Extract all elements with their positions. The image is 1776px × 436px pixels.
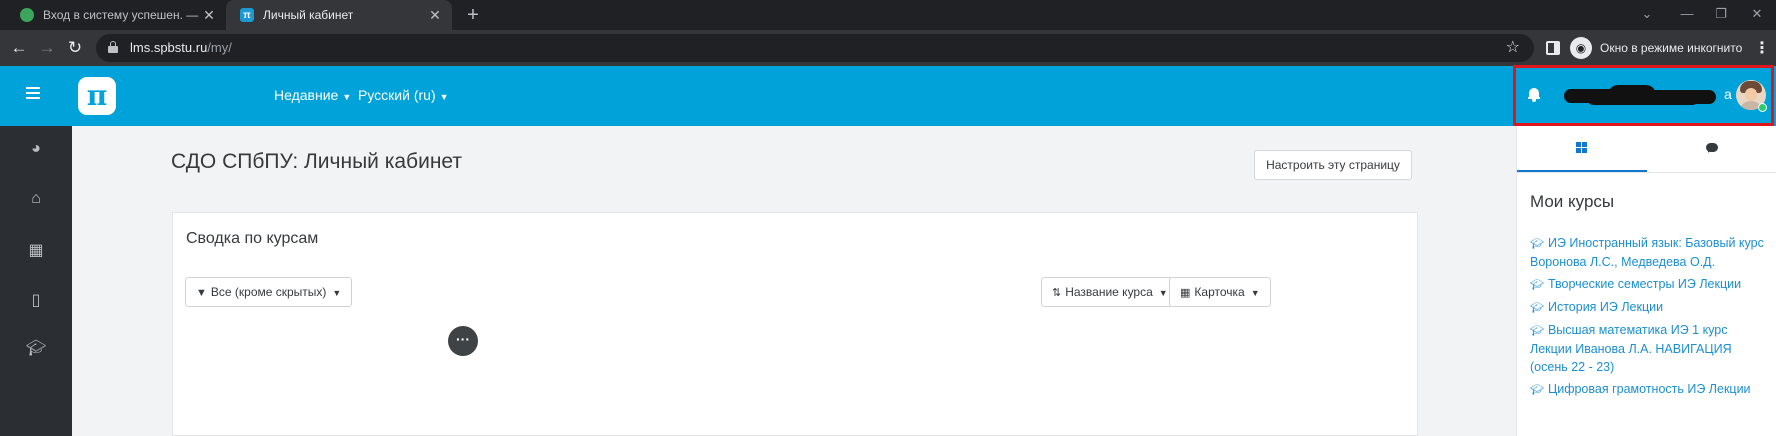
chevron-down-icon[interactable]: ⌄: [1636, 4, 1658, 24]
graduation-cap-icon: 🎓︎: [1530, 325, 1544, 337]
browser-tab-dashboard[interactable]: π Личный кабинет ✕: [226, 0, 452, 30]
graduation-cap-icon: 🎓︎: [1530, 384, 1544, 396]
nav-drawer: ◕ ⌂ ▦ ▯ 🎓︎: [0, 126, 72, 436]
list-item[interactable]: 🎓︎ ИЭ Иностранный язык: Базовый курс Воро…: [1530, 234, 1766, 271]
grid-view-icon: ▦: [1180, 287, 1191, 299]
url-text: lms.spbstu.ru/my/: [130, 40, 232, 55]
graduation-cap-icon: 🎓︎: [1530, 279, 1544, 291]
graduation-cap-icon: 🎓︎: [1530, 302, 1544, 314]
filter-icon: ▼: [196, 287, 207, 299]
caret-down-icon: ▼: [439, 92, 449, 102]
caret-down-icon: ▼: [1250, 288, 1260, 298]
site-navbar: π Недавние ▼ Русский (ru) ▼ а: [0, 66, 1776, 126]
close-tab-icon[interactable]: ✕: [200, 7, 218, 24]
list-item[interactable]: 🎓︎ История ИЭ Лекции: [1530, 298, 1766, 317]
blocks-grid-icon: [1576, 142, 1588, 154]
tab-messages[interactable]: [1647, 126, 1776, 172]
filter-dropdown[interactable]: ▼ Все (кроме скрытых) ▼: [185, 277, 353, 307]
home-icon[interactable]: ⌂: [26, 190, 46, 208]
tab-divider: [1517, 172, 1776, 173]
chat-bubble-icon: [1706, 143, 1718, 153]
card-title: Сводка по курсам: [186, 230, 319, 247]
incognito-indicator[interactable]: ◉ Окно в режиме инкогнито: [1570, 35, 1742, 61]
annotation-highlight-box: [1513, 65, 1774, 126]
side-panel-icon[interactable]: [1546, 41, 1560, 55]
browser-toolbar: ← → ↻ lms.spbstu.ru/my/ ☆ ◉ Окно в режим…: [0, 30, 1776, 66]
file-icon[interactable]: ▯: [26, 290, 46, 309]
moodle-favicon-icon: π: [240, 8, 254, 22]
tab-title: Вход в систему успешен. — SSO: [43, 8, 200, 22]
caret-down-icon: ▼: [332, 288, 342, 298]
close-window-icon[interactable]: ✕: [1746, 4, 1768, 24]
bookmark-star-icon[interactable]: ☆: [1506, 37, 1520, 57]
incognito-icon: ◉: [1570, 37, 1592, 59]
recent-menu[interactable]: Недавние ▼: [274, 87, 351, 103]
course-overview-card: Сводка по курсам ▼ Все (кроме скрытых) ▼ ⇅…: [172, 212, 1418, 436]
graduation-cap-icon[interactable]: 🎓︎: [26, 338, 46, 357]
incognito-label: Окно в режиме инкогнито: [1600, 41, 1743, 55]
graduation-cap-icon: 🎓︎: [1530, 238, 1544, 250]
new-tab-icon[interactable]: +: [462, 4, 484, 26]
list-item[interactable]: 🎓︎ Творческие семестры ИЭ Лекции: [1530, 275, 1766, 294]
my-courses-list: 🎓︎ ИЭ Иностранный язык: Базовый курс Воро…: [1530, 234, 1766, 403]
calendar-icon[interactable]: ▦: [26, 240, 46, 259]
page-title: СДО СПбПУ: Личный кабинет: [171, 150, 463, 173]
caret-down-icon: ▼: [342, 92, 352, 102]
language-menu[interactable]: Русский (ru) ▼: [358, 87, 449, 103]
caret-down-icon: ▼: [1158, 288, 1168, 298]
tab-blocks[interactable]: [1517, 126, 1647, 172]
back-icon[interactable]: ←: [8, 37, 30, 59]
block-region: Мои курсы 🎓︎ ИЭ Иностранный язык: Базовый…: [1516, 126, 1776, 436]
loading-icon: ···: [448, 326, 478, 356]
sort-icon: ⇅: [1052, 287, 1062, 299]
browser-tab-strip: Вход в систему успешен. — SSO ✕ π Личный…: [0, 0, 1776, 30]
close-tab-icon[interactable]: ✕: [426, 7, 444, 24]
view-dropdown[interactable]: ▦ Карточка ▼: [1169, 277, 1271, 307]
tab-title: Личный кабинет: [263, 8, 354, 22]
forward-icon[interactable]: →: [36, 37, 58, 59]
lock-icon: [108, 41, 118, 53]
list-item[interactable]: 🎓︎ Цифровая грамотность ИЭ Лекции: [1530, 380, 1766, 399]
browser-tab-sso[interactable]: Вход в систему успешен. — SSO ✕: [8, 0, 226, 30]
address-bar[interactable]: lms.spbstu.ru/my/ ☆: [96, 34, 1534, 62]
browser-menu-icon[interactable]: ⋮: [1754, 38, 1770, 58]
restore-icon[interactable]: ❐: [1710, 4, 1732, 24]
customize-page-button[interactable]: Настроить эту страницу: [1254, 150, 1412, 180]
reload-icon[interactable]: ↻: [64, 37, 86, 59]
site-favicon-icon: [20, 8, 34, 22]
block-title: Мои курсы: [1530, 192, 1615, 211]
hamburger-menu-icon[interactable]: [26, 87, 40, 101]
sort-dropdown[interactable]: ⇅ Название курса ▼: [1041, 277, 1179, 307]
dashboard-icon[interactable]: ◕: [26, 140, 46, 158]
main-content: СДО СПбПУ: Личный кабинет Настроить эту …: [72, 126, 1516, 436]
minimize-icon[interactable]: —: [1676, 4, 1698, 24]
site-logo[interactable]: π: [78, 77, 116, 115]
list-item[interactable]: 🎓︎ Высшая математика ИЭ 1 курс Лекции Ива…: [1530, 321, 1766, 376]
